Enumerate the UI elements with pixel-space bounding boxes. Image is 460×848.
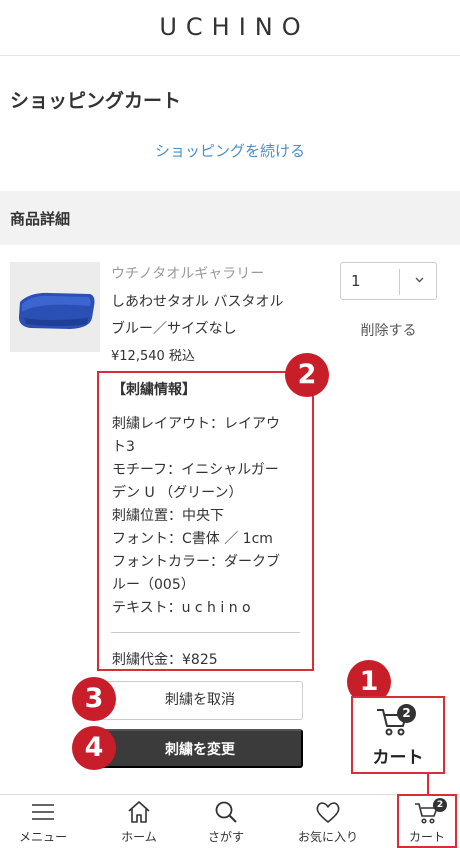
change-embroidery-button[interactable]: 刺繍を変更 — [97, 729, 303, 768]
embroidery-detail-line: 刺繍レイアウト：レイアウ — [112, 416, 280, 432]
product-name-line1: しあわせタオル バスタオル — [111, 294, 284, 310]
callout-connector — [427, 772, 429, 794]
product-brand[interactable]: ウチノタオルギャラリー — [111, 263, 264, 283]
nav-label: ホーム — [121, 830, 157, 844]
nav-favorites[interactable]: お気に入り — [283, 795, 373, 848]
chevron-down-icon — [415, 277, 424, 283]
menu-icon — [32, 804, 54, 820]
product-variant: ブルー／サイズなし — [111, 321, 237, 337]
embroidery-detail-line: フォントカラー：ダークブ — [112, 554, 280, 570]
bottom-nav: メニュー ホーム さがす お気に入り 2 カート — [0, 794, 460, 848]
embroidery-fee: 刺繍代金：¥825 — [112, 652, 218, 668]
section-title: 商品詳細 — [10, 210, 71, 228]
cart-callout: 2 カート — [351, 696, 445, 774]
embroidery-detail-line: デン U （グリーン） — [112, 485, 243, 501]
cart-count-badge: 2 — [397, 704, 416, 723]
section-header: 商品詳細 — [0, 191, 460, 245]
header: UCHINO — [0, 0, 460, 56]
embroidery-details: 刺繍レイアウト：レイアウ ト3 モチーフ：イニシャルガー デン U （グリーン）… — [112, 413, 307, 620]
embroidery-detail-line: 刺繍位置：中央下 — [112, 508, 224, 524]
nav-label: メニュー — [18, 830, 67, 844]
annotation-badge-4: 4 — [72, 726, 116, 770]
embroidery-detail-line: モチーフ：イニシャルガー — [112, 462, 279, 478]
search-icon — [215, 801, 237, 823]
product-image[interactable] — [10, 262, 100, 352]
heart-icon — [316, 802, 340, 823]
embroidery-info-box: 【刺繍情報】 刺繍レイアウト：レイアウ ト3 モチーフ：イニシャルガー デン U… — [97, 371, 314, 671]
annotation-badge-2: 2 — [285, 353, 329, 397]
nav-label: さがす — [207, 830, 244, 844]
cart-callout-label: カート — [372, 748, 424, 768]
quantity-value: 1 — [351, 272, 361, 290]
cancel-embroidery-button[interactable]: 刺繍を取消 — [97, 681, 303, 720]
embroidery-detail-line: フォント：C書体 ／ 1cm — [112, 531, 273, 547]
cart-highlight-frame — [397, 794, 457, 848]
divider — [111, 632, 300, 633]
product-name[interactable]: しあわせタオル バスタオル ブルー／サイズなし — [111, 289, 326, 343]
nav-home[interactable]: ホーム — [96, 795, 182, 848]
page-title: ショッピングカート — [10, 90, 182, 112]
embroidery-heading: 【刺繍情報】 — [112, 382, 196, 398]
continue-shopping-link[interactable]: ショッピングを続ける — [0, 140, 460, 161]
annotation-badge-3: 3 — [72, 677, 116, 721]
site-logo[interactable]: UCHINO — [0, 13, 460, 41]
nav-search[interactable]: さがす — [183, 795, 269, 848]
product-price: ¥12,540 税込 — [111, 349, 195, 364]
quantity-select[interactable]: 1 — [340, 262, 437, 300]
embroidery-detail-line: ルー（005） — [112, 577, 195, 593]
select-divider — [399, 269, 400, 295]
nav-label: お気に入り — [297, 830, 358, 844]
embroidery-detail-line: ト3 — [112, 439, 135, 455]
home-icon — [128, 801, 150, 823]
nav-menu[interactable]: メニュー — [0, 795, 86, 848]
embroidery-detail-line: テキスト：u c h i n o — [112, 600, 251, 616]
delete-button[interactable]: 削除する — [340, 320, 437, 340]
